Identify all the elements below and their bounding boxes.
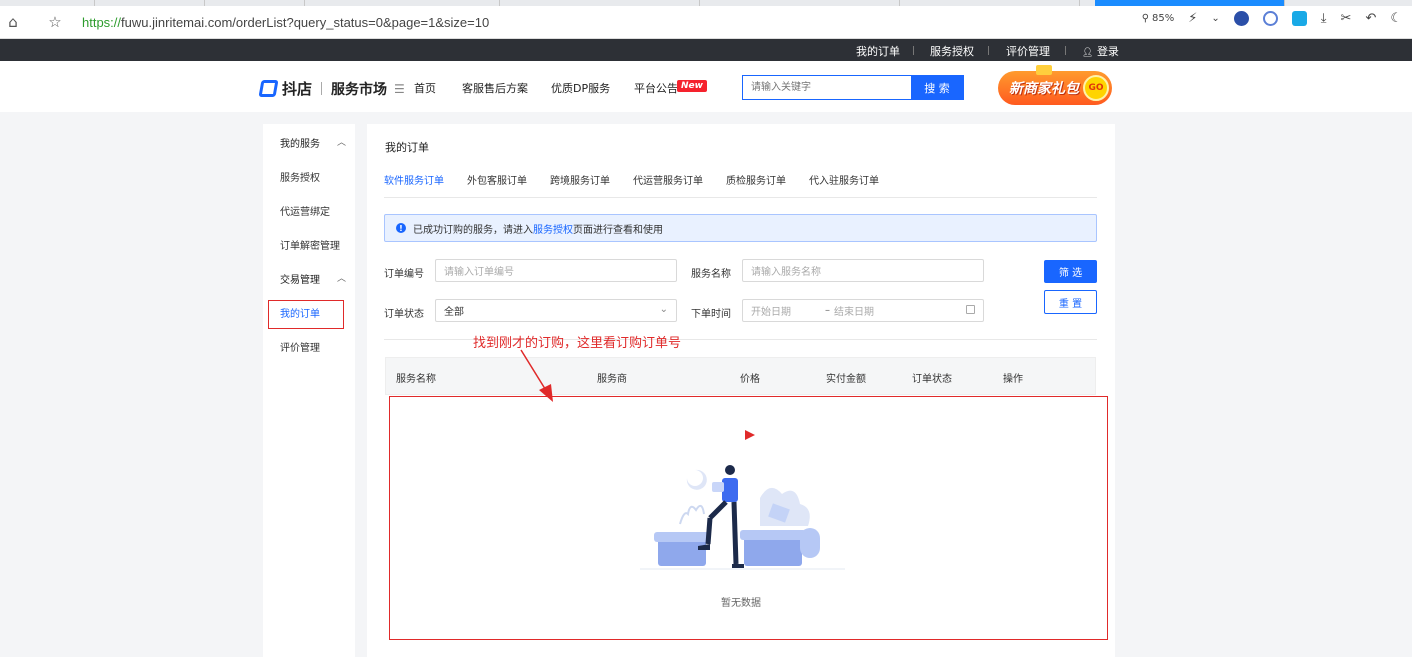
search-icon: ⚲ — [1141, 13, 1150, 24]
column-header: 实付金额 — [826, 374, 866, 385]
divider — [1065, 46, 1066, 55]
divider — [321, 82, 323, 95]
search-input[interactable] — [743, 76, 911, 99]
tab-onboarding-orders[interactable]: 代入驻服务订单 — [809, 172, 879, 187]
site-logo[interactable]: 抖店 服务市场 ☰ — [258, 78, 405, 99]
new-badge: New — [677, 80, 707, 92]
sidebar-item-agency-binding[interactable]: 代运营绑定 — [280, 203, 330, 218]
gift-icon — [1036, 65, 1052, 75]
tab-outsourced-cs-orders[interactable]: 外包客服订单 — [467, 172, 527, 187]
annotation-text: 找到刚才的订购，这里看订购订单号 — [473, 336, 682, 351]
topbar-service-auth[interactable]: 服务授权 — [930, 43, 974, 59]
site-search: 搜 索 — [742, 75, 964, 100]
browser-address-bar: ⌂ ☆ https://fuwu.jinritemai.com/orderLis… — [0, 6, 1412, 39]
chevron-down-icon: ⌄ — [659, 304, 668, 315]
annotation-highlight-box — [268, 300, 344, 329]
url-field[interactable]: https://fuwu.jinritemai.com/orderList?qu… — [82, 15, 489, 30]
service-auth-link[interactable]: 服务授权 — [533, 221, 573, 236]
order-status-select[interactable]: 全部 ⌄ — [435, 299, 677, 322]
top-utility-bar: 我的订单 服务授权 评价管理 👤︎ 登录 — [0, 39, 1412, 61]
reset-button[interactable]: 重 置 — [1044, 290, 1097, 314]
order-no-label: 订单编号 — [384, 269, 424, 280]
order-status-label: 订单状态 — [384, 309, 424, 320]
search-button[interactable]: 搜 索 — [911, 76, 963, 99]
column-header: 服务名称 — [396, 374, 436, 385]
nav-customer-service[interactable]: 客服售后方案 — [462, 80, 528, 96]
login-link[interactable]: 👤︎ 登录 — [1082, 43, 1119, 59]
topbar-my-orders[interactable]: 我的订单 — [856, 43, 900, 59]
site-header: 抖店 服务市场 ☰ 首页 客服售后方案 优质DP服务 平台公告 New 搜 索 … — [0, 61, 1412, 112]
new-merchant-gift-banner[interactable]: 新商家礼包 GO — [998, 65, 1112, 105]
moon-icon[interactable]: ☾ — [1390, 11, 1402, 26]
sidebar-item-reviews[interactable]: 评价管理 — [280, 339, 320, 354]
order-no-input[interactable]: 请输入订单编号 — [435, 259, 677, 282]
tab-agency-orders[interactable]: 代运营服务订单 — [633, 172, 703, 187]
logo-subtitle: 服务市场 — [331, 81, 388, 98]
zoom-control[interactable]: ⚲ 85% — [1142, 13, 1175, 24]
topbar-reviews[interactable]: 评价管理 — [1006, 43, 1050, 59]
logo-text: 抖店 — [282, 80, 313, 98]
order-date-range[interactable]: 开始日期 – 结束日期 — [742, 299, 984, 322]
divider — [988, 46, 989, 55]
logo-icon — [258, 80, 279, 97]
gift-go-button[interactable]: GO — [1083, 75, 1109, 101]
tab-software-orders[interactable]: 软件服务订单 — [384, 172, 444, 187]
orders-table-header: 服务名称 服务商 价格 实付金额 订单状态 操作 — [385, 357, 1096, 395]
scissors-icon[interactable]: ✂ — [1341, 11, 1352, 26]
download-icon[interactable]: ⤓ — [1321, 11, 1327, 26]
nav-home[interactable]: 首页 — [414, 80, 436, 96]
extension-icon[interactable] — [1233, 11, 1249, 26]
star-icon[interactable]: ☆ — [44, 11, 66, 33]
sidebar-group-my-services[interactable]: 我的服务 — [280, 135, 320, 150]
notice-text: 已成功订购的服务，请进入 — [413, 224, 533, 236]
lightning-icon[interactable]: ⚡ — [1188, 11, 1197, 26]
play-icon — [745, 430, 755, 440]
sidebar-group-trade[interactable]: 交易管理 — [280, 271, 320, 286]
chevron-up-icon[interactable]: ︿ — [337, 271, 346, 284]
nav-announcements[interactable]: 平台公告 — [634, 80, 678, 96]
nav-dp-service[interactable]: 优质DP服务 — [551, 80, 610, 96]
column-header: 操作 — [1003, 374, 1023, 385]
info-notice: ! 已成功订购的服务，请进入 服务授权 页面进行查看和使用 — [384, 214, 1097, 242]
undo-icon[interactable]: ↶ — [1365, 11, 1376, 26]
chevron-up-icon[interactable]: ︿ — [337, 135, 346, 148]
order-time-label: 下单时间 — [691, 309, 731, 320]
home-icon[interactable]: ⌂ — [2, 11, 24, 33]
sidebar-item-order-decrypt[interactable]: 订单解密管理 — [280, 237, 340, 252]
tab-cross-border-orders[interactable]: 跨境服务订单 — [550, 172, 610, 187]
column-header: 服务商 — [597, 374, 627, 385]
chevron-down-icon[interactable]: ⌄ — [1211, 13, 1219, 24]
sidebar: 我的服务 ︿ 服务授权 代运营绑定 订单解密管理 交易管理 ︿ 我的订单 评价管… — [263, 124, 355, 657]
gift-text: 新商家礼包 — [1009, 81, 1079, 97]
column-header: 价格 — [740, 374, 760, 385]
end-date-input[interactable]: 结束日期 — [834, 303, 874, 318]
info-icon: ! — [396, 223, 406, 233]
column-header: 订单状态 — [912, 374, 952, 385]
service-name-label: 服务名称 — [691, 269, 731, 280]
sidebar-item-service-auth[interactable]: 服务授权 — [280, 169, 320, 184]
user-icon: 👤︎ — [1082, 48, 1094, 58]
service-name-input[interactable]: 请输入服务名称 — [742, 259, 984, 282]
filter-button[interactable]: 筛 选 — [1044, 260, 1097, 283]
notice-text: 页面进行查看和使用 — [573, 224, 663, 236]
order-type-tabs: 软件服务订单 外包客服订单 跨境服务订单 代运营服务订单 质检服务订单 代入驻服… — [384, 168, 1097, 198]
start-date-input[interactable]: 开始日期 — [751, 303, 815, 318]
divider — [913, 46, 914, 55]
tab-qc-orders[interactable]: 质检服务订单 — [726, 172, 786, 187]
menu-icon[interactable]: ☰ — [394, 82, 405, 96]
calendar-icon — [966, 305, 975, 314]
extension-icon[interactable] — [1262, 11, 1278, 26]
range-separator: – — [825, 305, 830, 316]
page-title: 我的订单 — [385, 141, 429, 154]
extension-icon[interactable] — [1291, 11, 1307, 26]
annotation-arrow-icon — [520, 349, 553, 402]
